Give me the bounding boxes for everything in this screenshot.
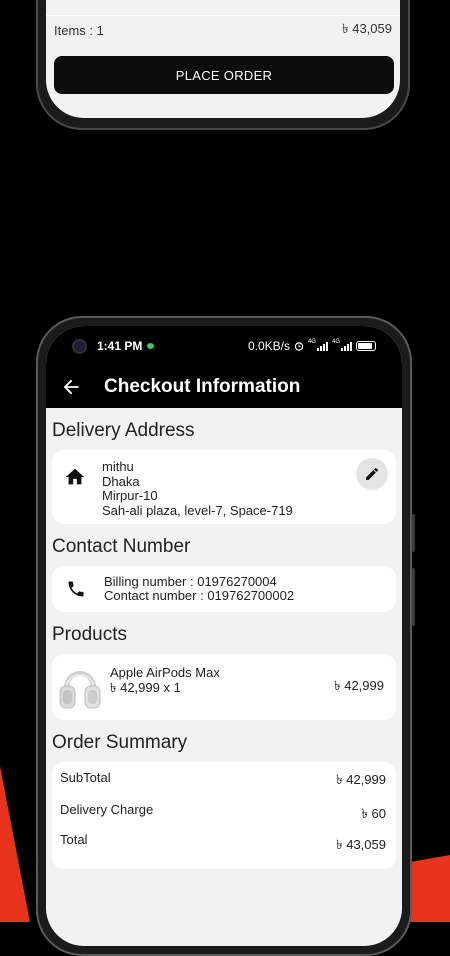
product-item[interactable]: Apple AirPods Max ৳ 42,999 x 1 ৳ 42,999	[52, 654, 396, 720]
status-indicators: 0.0KB/s 4G 4G 69	[248, 339, 376, 353]
product-total: ৳ 42,999	[334, 677, 384, 693]
place-order-button[interactable]: PLACE ORDER	[54, 56, 394, 94]
alarm-icon	[294, 342, 304, 351]
contact-number-title: Contact Number	[52, 536, 191, 557]
signal-2-icon	[341, 341, 352, 351]
product-name: Apple AirPods Max	[110, 665, 220, 680]
delivery-charge-value: ৳ 60	[361, 806, 386, 821]
address-area: Mirpur-10	[102, 488, 158, 503]
order-summary-title: Order Summary	[52, 732, 188, 753]
address-street: Sah-ali plaza, level-7, Space-719	[102, 502, 293, 518]
signal-1-icon	[316, 341, 328, 351]
subtotal-label: SubTotal	[60, 770, 111, 785]
total-row: Total ৳ 43,059	[60, 832, 386, 857]
checkout-content: Delivery Address mithu Dhaka Mirpur-10 S…	[46, 420, 402, 869]
contact-number: Contact number : 019762700002	[104, 588, 295, 603]
airpods-max-image	[59, 671, 101, 709]
items-summary-row: Items : 1 ৳ 43,059	[54, 12, 392, 48]
network-speed: 0.0KB/s	[247, 339, 290, 353]
sim2-label: 4G	[331, 339, 340, 345]
delivery-charge-label: Delivery Charge	[60, 802, 154, 817]
address-city: Dhaka	[102, 473, 140, 489]
delivery-charge-row: Delivery Charge ৳ 60	[60, 802, 386, 826]
product-info: Apple AirPods Max ৳ 42,999 x 1	[110, 665, 220, 695]
app-bar: Checkout Information	[46, 366, 402, 408]
address-name: mithu	[102, 459, 134, 474]
status-time: 1:41 PM	[97, 339, 143, 353]
pencil-icon	[366, 467, 378, 480]
product-price-qty: ৳ 42,999 x 1	[110, 679, 181, 695]
main-phone-screen: 1:41 PM 0.0KB/s 4G 4G 69 Checkout Inform…	[46, 326, 402, 946]
subtotal-row: SubTotal ৳ 42,999	[60, 770, 386, 792]
arrow-left-icon[interactable]	[60, 376, 82, 398]
billing-number: Billing number : 01976270004	[104, 573, 277, 589]
contact-lines: Billing number : 01976270004 Contact num…	[104, 573, 295, 604]
top-phone-frame: Items : 1 ৳ 43,059 PLACE ORDER	[36, 0, 410, 130]
phone-icon	[68, 581, 84, 597]
contact-card: Billing number : 01976270004 Contact num…	[52, 566, 396, 612]
edit-address-button[interactable]	[356, 458, 388, 490]
main-phone-frame: 1:41 PM 0.0KB/s 4G 4G 69 Checkout Inform…	[36, 316, 415, 956]
status-bar: 1:41 PM 0.0KB/s 4G 4G 69	[46, 326, 402, 366]
products-title: Products	[52, 624, 127, 645]
delivery-address-card: mithu Dhaka Mirpur-10 Sah-ali plaza, lev…	[52, 450, 396, 524]
total-label: Total	[60, 832, 88, 847]
power-button	[412, 568, 415, 626]
items-total: ৳ 43,059	[342, 20, 392, 36]
subtotal-value: ৳ 42,999	[336, 772, 386, 787]
top-phone-screen: Items : 1 ৳ 43,059 PLACE ORDER	[46, 0, 400, 118]
order-summary-card: SubTotal ৳ 42,999 Delivery Charge ৳ 60 T…	[52, 762, 396, 869]
page-title: Checkout Information	[104, 376, 301, 397]
wechat-notification-icon	[147, 343, 155, 349]
delivery-address-title: Delivery Address	[52, 420, 195, 441]
address-lines: mithu Dhaka Mirpur-10 Sah-ali plaza, lev…	[102, 459, 293, 517]
home-icon	[65, 468, 85, 485]
sim1-label: 4G	[307, 339, 316, 345]
items-count: Items : 1	[54, 22, 104, 38]
battery-icon: 69	[356, 341, 376, 351]
camera-hole-icon	[72, 338, 87, 354]
total-value: ৳ 43,059	[336, 837, 386, 852]
volume-button	[412, 514, 415, 552]
